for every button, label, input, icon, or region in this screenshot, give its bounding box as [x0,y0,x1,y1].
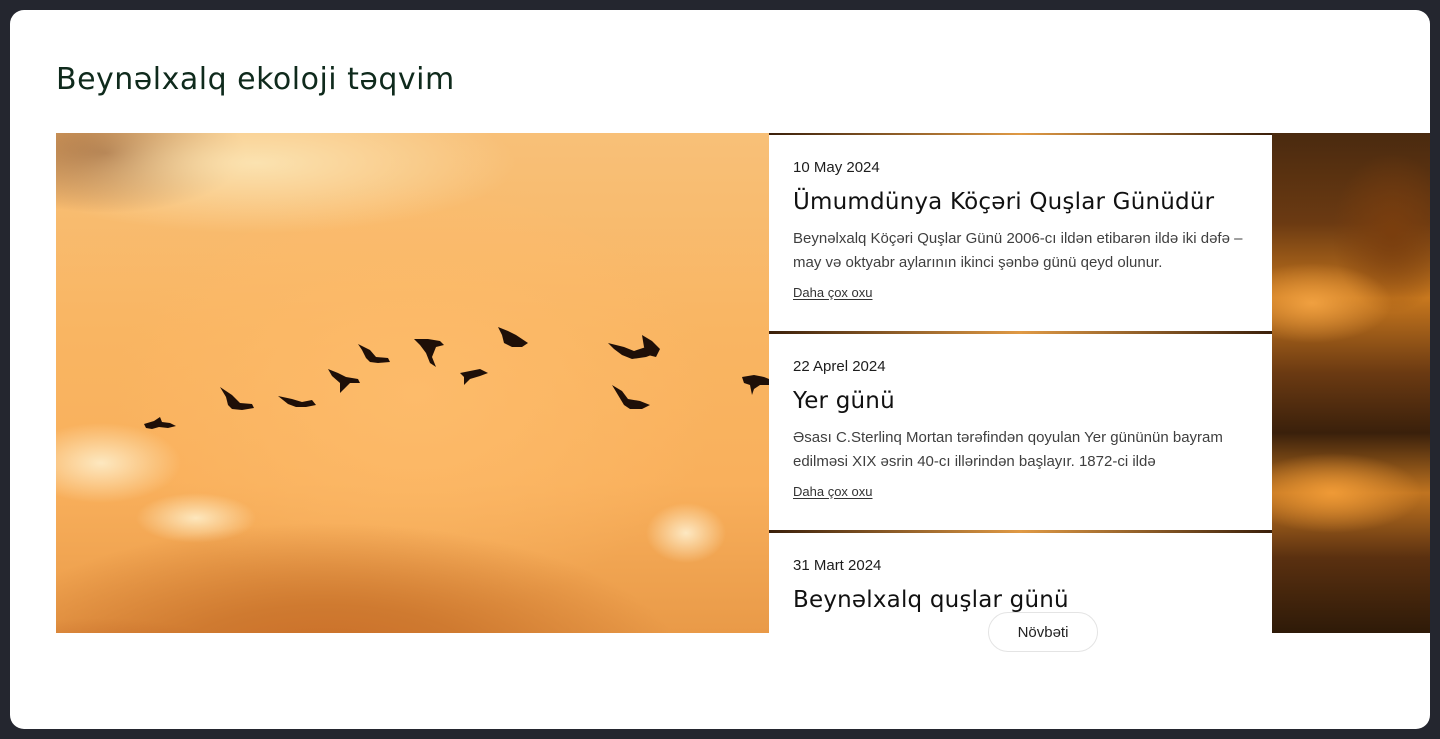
ecological-calendar-section: Beynəlxalq ekoloji təqvim 10 May 2024 Üm… [10,10,1430,729]
event-title[interactable]: Yer günü [793,386,1248,416]
read-more-link[interactable]: Daha çox oxu [793,285,873,300]
event-date: 10 May 2024 [793,159,880,176]
sunset-clouds-image [1272,133,1430,633]
event-title[interactable]: Beynəlxalq quşlar günü [793,585,1248,615]
event-date: 22 Aprel 2024 [793,358,886,375]
event-title[interactable]: Ümumdünya Köçəri Quşlar Günüdür [793,187,1248,217]
events-list: 10 May 2024 Ümumdünya Köçəri Quşlar Günü… [769,133,1272,633]
next-button[interactable]: Növbəti [988,612,1098,652]
section-title: Beynəlxalq ekoloji təqvim [56,62,455,97]
event-date: 31 Mart 2024 [793,557,882,574]
events-slider: 10 May 2024 Ümumdünya Köçəri Quşlar Günü… [56,133,1430,633]
event-description: Beynəlxalq Köçəri Quşlar Günü 2006-cı il… [793,230,1243,271]
event-description: Əsası C.Sterlinq Mortan tərəfindən qoyul… [793,429,1223,470]
read-more-link[interactable]: Daha çox oxu [793,484,873,499]
flying-geese-sunset-image [56,133,769,633]
event-card: 10 May 2024 Ümumdünya Köçəri Quşlar Günü… [769,135,1272,331]
birds-silhouette-icon [144,327,769,429]
event-card: 22 Aprel 2024 Yer günü Əsası C.Sterlinq … [769,334,1272,530]
